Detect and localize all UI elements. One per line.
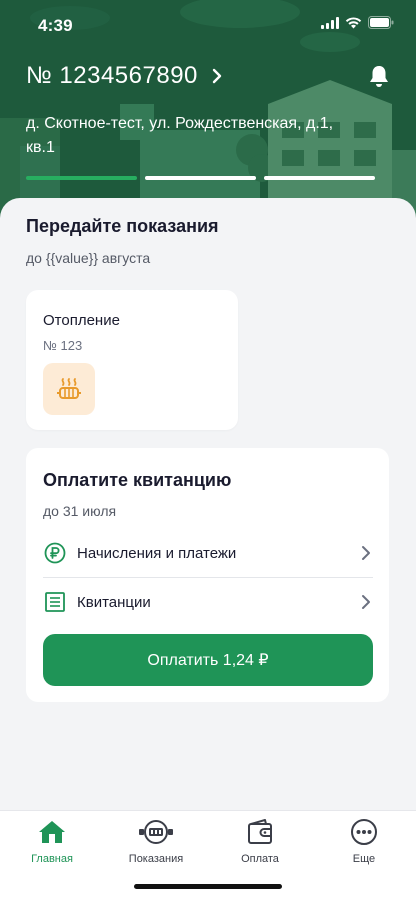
tab-home[interactable]: Главная — [0, 811, 104, 875]
progress-segment-3 — [264, 176, 375, 180]
tab-readings-label: Показания — [128, 853, 184, 865]
home-icon — [37, 817, 67, 847]
progress-segment-2 — [145, 176, 256, 180]
tab-more[interactable]: Еще — [312, 811, 416, 875]
tab-payment[interactable]: Оплата — [208, 811, 312, 875]
account-address: д. Скотное-тест, ул. Рождественская, д.1… — [26, 115, 334, 156]
status-time: 4:39 — [38, 16, 73, 35]
readings-deadline: до {{value}} августа — [26, 250, 151, 266]
account-number: № 1234567890 — [26, 62, 198, 89]
notifications-bell-icon[interactable] — [368, 64, 390, 93]
receipts-row[interactable]: Квитанции — [43, 579, 373, 625]
pay-button[interactable]: Оплатить 1,24 ₽ — [43, 634, 373, 686]
tab-more-label: Еще — [352, 853, 376, 865]
tab-readings[interactable]: Показания — [104, 811, 208, 875]
ruble-circle-icon — [43, 541, 67, 565]
wallet-icon — [246, 817, 274, 847]
payment-deadline: до 31 июля — [43, 503, 117, 519]
charges-and-payments-row[interactable]: Начисления и платежи — [43, 530, 373, 576]
tab-home-label: Главная — [31, 853, 73, 865]
progress-segment-1 — [26, 176, 137, 180]
meter-name: Отопление — [43, 312, 120, 329]
battery-icon — [368, 16, 394, 29]
meter-icon — [138, 817, 174, 847]
status-icons — [321, 16, 394, 29]
wifi-icon — [345, 16, 362, 28]
readings-title: Передайте показания — [26, 216, 219, 236]
receipts-label: Квитанции — [77, 593, 151, 611]
chevron-right-icon — [359, 594, 373, 610]
content-sheet: Передайте показания до {{value}} августа… — [0, 198, 416, 810]
home-indicator — [134, 884, 282, 889]
signal-icon — [321, 16, 339, 29]
meter-card-heating[interactable]: Отопление № 123 — [26, 290, 238, 430]
payment-title: Оплатите квитанцию — [43, 470, 232, 490]
chevron-right-icon — [359, 545, 373, 561]
chevron-right-icon — [212, 68, 222, 84]
row-divider — [43, 577, 373, 578]
heater-icon — [43, 363, 95, 415]
meter-number: № 123 — [43, 338, 83, 353]
charges-and-payments-label: Начисления и платежи — [77, 544, 237, 562]
payment-card: Оплатите квитанцию до 31 июля Начисления… — [26, 448, 389, 702]
tab-payment-label: Оплата — [241, 853, 279, 865]
account-selector[interactable]: № 1234567890 — [26, 62, 222, 90]
account-progress — [26, 176, 375, 180]
more-icon — [350, 817, 378, 847]
status-bar: 4:39 — [0, 0, 416, 50]
receipt-icon — [43, 590, 67, 614]
